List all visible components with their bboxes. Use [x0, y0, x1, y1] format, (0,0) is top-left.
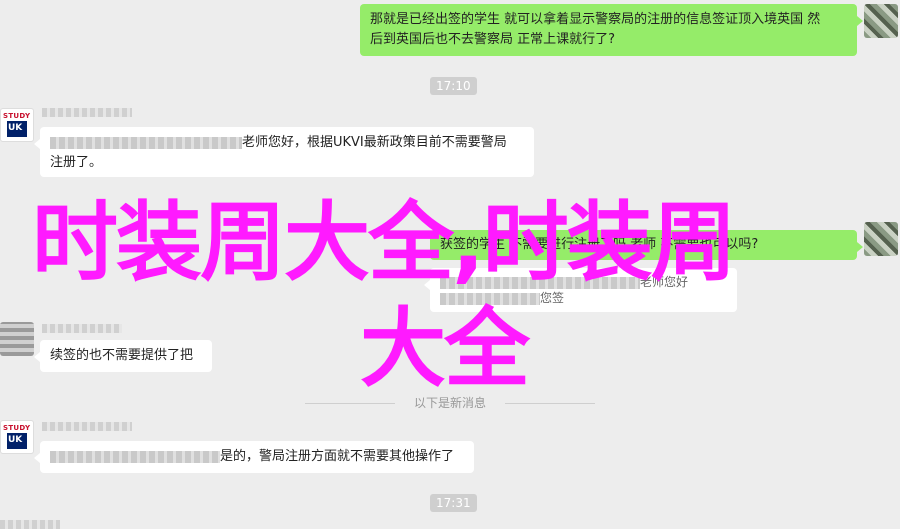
message-text: 是的，警局注册方面就不需要其他操作了 — [220, 449, 455, 464]
message-text: 续签的也不需要提供了把 — [50, 348, 194, 363]
redacted-text — [50, 450, 220, 463]
message-text: 注册了。 — [50, 155, 103, 170]
sender-name-redacted — [42, 324, 122, 333]
message-text: 获签的学生 不需要进行注册了吗 老师 不需要也可以吗? — [440, 237, 759, 252]
new-messages-divider: 以下是新消息 — [305, 394, 595, 412]
message-bubble-self[interactable]: 获签的学生 不需要进行注册了吗 老师 不需要也可以吗? — [430, 230, 863, 260]
message-text: 后到英国后也不去警察局 正常上课就行了? — [370, 32, 616, 47]
self-avatar[interactable] — [864, 4, 898, 38]
message-text: 那就是已经出签的学生 就可以拿着显示警察局的注册的信息签证顶入境英国 然 — [370, 12, 821, 27]
message-bubble-other[interactable]: 是的，警局注册方面就不需要其他操作了 — [34, 441, 474, 473]
redacted-text — [440, 292, 540, 305]
message-bubble-other[interactable]: 老师您好 您签 — [424, 268, 737, 312]
avatar-label: STUDY — [3, 112, 31, 120]
sender-name-redacted — [42, 422, 132, 431]
divider-line — [505, 403, 595, 404]
message-text: 老师您好 — [640, 275, 689, 289]
uk-logo-icon — [7, 121, 27, 137]
message-bubble-other[interactable]: 续签的也不需要提供了把 — [34, 340, 212, 372]
chat-window: 那就是已经出签的学生 就可以拿着显示警察局的注册的信息签证顶入境英国 然 后到英… — [0, 0, 900, 529]
self-avatar[interactable] — [864, 222, 898, 256]
message-text: 老师您好，根据UKVI最新政策目前不需要警局 — [242, 135, 507, 150]
timestamp: 17:10 — [430, 77, 477, 95]
message-bubble-self[interactable]: 那就是已经出签的学生 就可以拿着显示警察局的注册的信息签证顶入境英国 然 后到英… — [360, 4, 863, 56]
message-text: 您签 — [540, 291, 565, 305]
uk-logo-icon — [7, 433, 27, 449]
study-uk-avatar[interactable]: STUDY — [0, 108, 34, 142]
sender-name-redacted — [42, 108, 132, 117]
avatar-label: STUDY — [3, 424, 31, 432]
timestamp: 17:31 — [430, 494, 477, 512]
study-uk-avatar[interactable]: STUDY — [0, 420, 34, 454]
redacted-text — [50, 136, 242, 149]
message-bubble-other[interactable]: 老师您好，根据UKVI最新政策目前不需要警局 注册了。 — [34, 127, 534, 177]
contact-avatar[interactable] — [0, 322, 34, 356]
redacted-text — [440, 276, 640, 289]
